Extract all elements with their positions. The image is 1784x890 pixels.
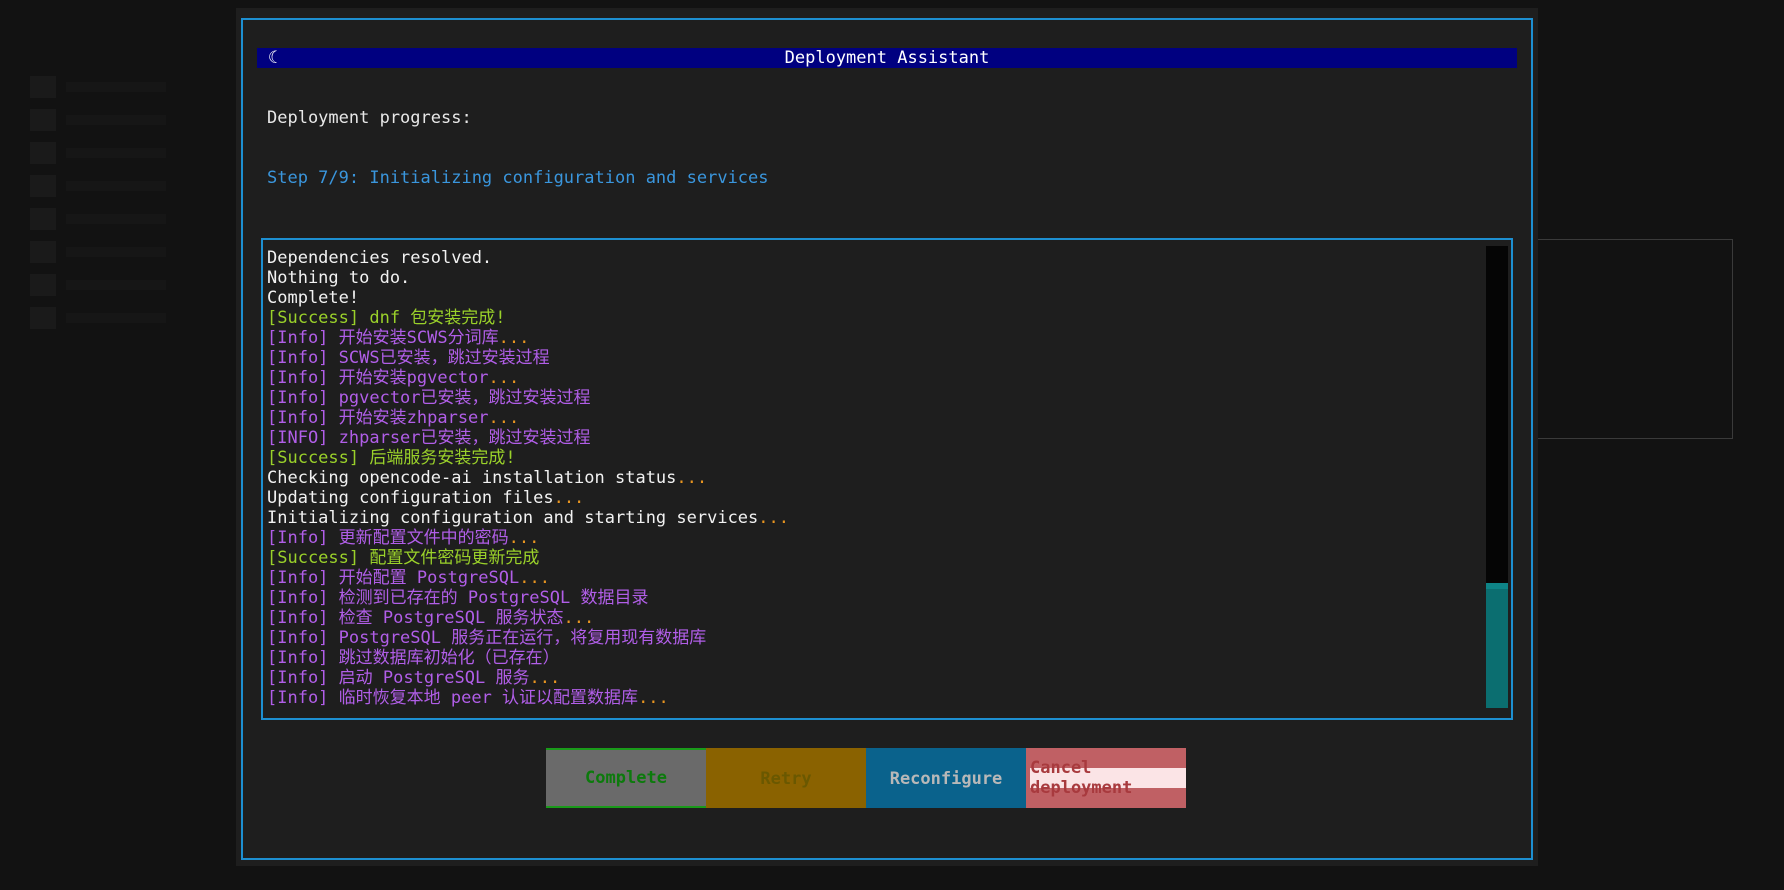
log-segment: ... [529,668,561,688]
background-row [30,301,200,334]
background-row [30,169,200,202]
step-indicator: Step 7/9: Initializing configuration and… [267,168,769,188]
log-segment: ... [553,488,585,508]
background-row [30,235,200,268]
log-line: [Info] 开始安装zhparser... [267,408,1481,428]
log-segment: Complete! [267,288,360,308]
spinner-icon: ☾ [268,48,279,68]
retry-button[interactable]: Retry [706,748,866,808]
log-line: Updating configuration files... [267,488,1481,508]
background-row [30,70,200,103]
log-segment: [Success] 配置文件密码更新完成 [267,548,540,568]
log-segment: [Info] 跳过数据库初始化（已存在） [267,648,560,668]
complete-button[interactable]: Complete [546,748,706,808]
log-segment: [Info] 开始安装SCWS分词库 [267,328,499,348]
log-segment: ... [758,508,789,528]
action-buttons: Complete Retry Reconfigure Cancel deploy… [546,748,1186,808]
log-segment: ... [638,688,669,708]
log-line: Dependencies resolved. [267,248,1481,268]
log-segment: [Info] 开始安装pgvector [267,368,489,388]
cancel-deployment-button-label: Cancel deployment [1030,758,1186,798]
cancel-deployment-button[interactable]: Cancel deployment [1026,748,1186,808]
progress-heading: Deployment progress: [267,108,472,128]
log-line: [Info] SCWS已安装，跳过安装过程 [267,348,1481,368]
log-line: [Info] 检测到已存在的 PostgreSQL 数据目录 [267,588,1481,608]
log-segment: [Info] SCWS已安装，跳过安装过程 [267,348,550,368]
deployment-log[interactable]: Dependencies resolved. Nothing to do. Comp… [267,248,1481,713]
log-line: [Success] 配置文件密码更新完成 [267,548,1481,568]
background-row [30,103,200,136]
log-segment: ... [508,528,540,548]
log-segment: [Info] PostgreSQL 服务正在运行，将复用现有数据库 [267,628,707,648]
background-panel [1533,239,1733,439]
log-segment: [INFO] zhparser已安装，跳过安装过程 [267,428,591,448]
log-line: [Info] 开始安装pgvector... [267,368,1481,388]
log-segment: ... [676,468,708,488]
background-row [30,202,200,235]
log-segment: ... [488,408,520,428]
log-segment: [Info] 更新配置文件中的密码 [267,528,509,548]
background-sidebar [0,70,200,334]
log-segment: [Success] 后端服务安装完成! [267,448,516,468]
log-line: [Info] pgvector已安装，跳过安装过程 [267,388,1481,408]
log-line: [Info] 启动 PostgreSQL 服务... [267,668,1481,688]
log-line: [Info] 开始配置 PostgreSQL... [267,568,1481,588]
log-segment: Updating configuration files [267,488,554,508]
log-line: [INFO] zhparser已安装，跳过安装过程 [267,428,1481,448]
log-segment: Initializing configuration and starting … [267,508,759,528]
log-segment: ... [519,568,550,588]
log-line: Checking opencode-ai installation status… [267,468,1481,488]
background-row [30,268,200,301]
log-segment: ... [498,328,530,348]
log-scrollbar-thumb[interactable] [1486,583,1508,708]
log-segment: [Info] 临时恢复本地 peer 认证以配置数据库 [267,688,639,708]
log-line: Nothing to do. [267,268,1481,288]
background-row [30,136,200,169]
reconfigure-button-label: Reconfigure [889,769,1003,789]
complete-button-label: Complete [585,768,667,788]
log-segment: [Info] 开始安装zhparser [267,408,489,428]
dialog-title-bar: ☾ Deployment Assistant [257,48,1517,68]
log-segment: [Success] dnf 包安装完成! [267,308,506,328]
log-segment: ... [488,368,520,388]
log-line: [Info] 跳过数据库初始化（已存在） [267,648,1481,668]
log-line: [Success] 后端服务安装完成! [267,448,1481,468]
log-segment: Nothing to do. [267,268,411,288]
log-segment: Dependencies resolved. [267,248,493,268]
log-line: Complete! [267,288,1481,308]
log-line: [Info] 临时恢复本地 peer 认证以配置数据库... [267,688,1481,708]
log-line: [Info] 检查 PostgreSQL 服务状态... [267,608,1481,628]
log-segment: [Info] pgvector已安装，跳过安装过程 [267,388,591,408]
log-segment: Checking opencode-ai installation status [267,468,677,488]
dialog-title: Deployment Assistant [784,48,990,68]
log-segment: [Info] 检测到已存在的 PostgreSQL 数据目录 [267,588,649,608]
reconfigure-button[interactable]: Reconfigure [866,748,1026,808]
log-scrollbar[interactable] [1486,246,1508,708]
log-line: [Info] 开始安装SCWS分词库... [267,328,1481,348]
log-line: [Info] PostgreSQL 服务正在运行，将复用现有数据库 [267,628,1481,648]
log-line: Initializing configuration and starting … [267,508,1481,528]
log-line: [Info] 更新配置文件中的密码... [267,528,1481,548]
log-segment: [Info] 检查 PostgreSQL 服务状态 [267,608,564,628]
retry-button-label: Retry [760,769,812,789]
log-segment: [Info] 启动 PostgreSQL 服务 [267,668,530,688]
log-segment: [Info] 开始配置 PostgreSQL [267,568,520,588]
log-line: [Success] dnf 包安装完成! [267,308,1481,328]
log-segment: ... [563,608,595,628]
